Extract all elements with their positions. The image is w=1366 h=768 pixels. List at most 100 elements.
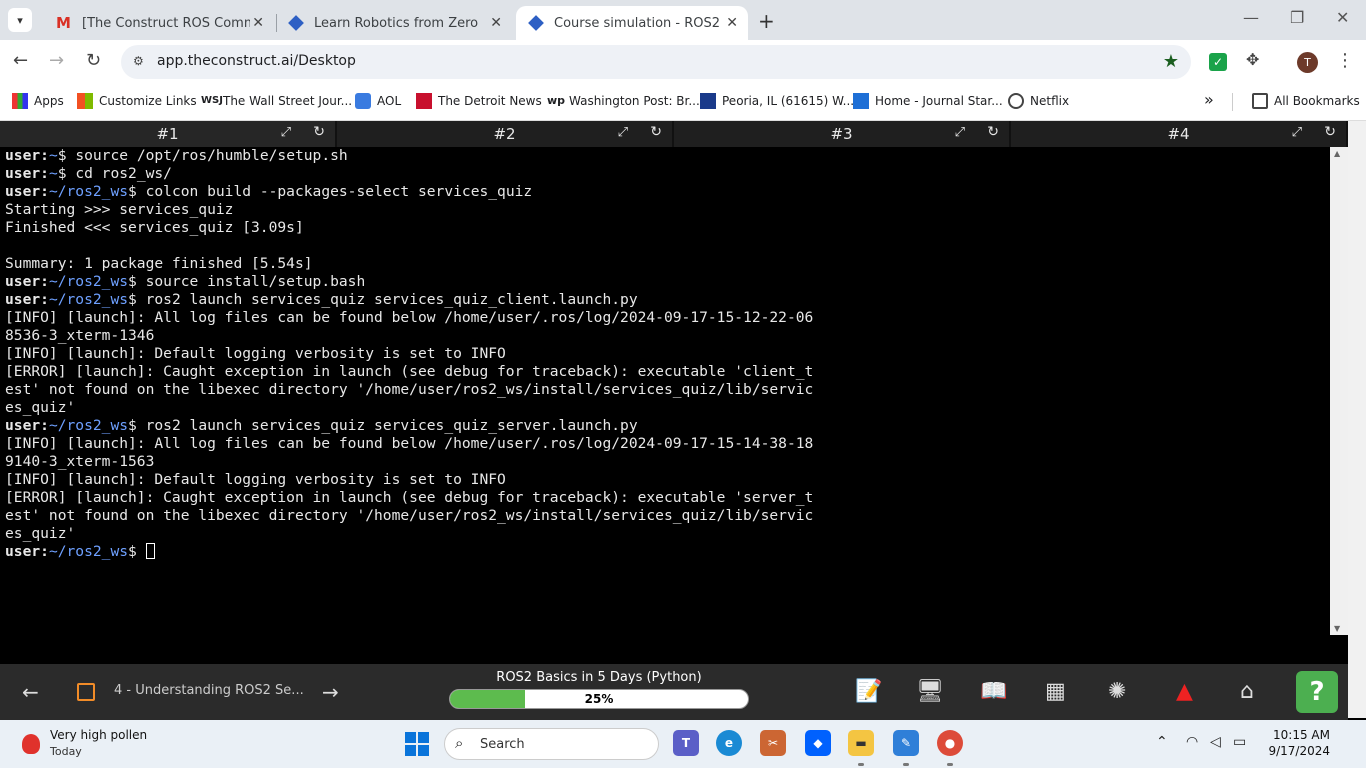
prompt-user: user — [5, 147, 41, 164]
url-text[interactable]: app.theconstruct.ai/Desktop — [157, 53, 356, 69]
dropbox-icon[interactable]: ◆ — [805, 730, 831, 756]
weather-title[interactable]: Very high pollen — [50, 728, 147, 742]
close-tab-icon[interactable]: ✕ — [726, 15, 738, 31]
bookmark-washington-post[interactable]: wp Washington Post: Br... — [547, 93, 700, 109]
bookmark-aol[interactable]: AOL — [355, 93, 401, 109]
terminal-scrollbar[interactable]: ▲ ▼ — [1330, 147, 1348, 635]
maximize-icon[interactable]: ⤢ — [618, 125, 628, 140]
site-settings-icon[interactable]: ⚙ — [133, 54, 144, 68]
reload-terminal-icon[interactable]: ↻ — [987, 124, 999, 140]
new-tab-icon[interactable]: + — [758, 9, 775, 33]
terminal-tab-1[interactable]: #1 ⤢ ↻ — [0, 121, 337, 147]
close-tab-icon[interactable]: ✕ — [252, 15, 264, 31]
taskbar-search[interactable]: ⌕ Search — [444, 728, 659, 760]
microsoft-icon — [77, 93, 93, 109]
all-bookmarks[interactable]: All Bookmarks — [1252, 93, 1360, 109]
snipping-tool-icon[interactable]: ✂ — [760, 730, 786, 756]
prompt-path: ~ — [48, 147, 58, 164]
chatgpt-icon[interactable]: ✺ — [1108, 679, 1126, 704]
notebook-book-icon[interactable]: 📖 — [980, 679, 1007, 704]
notebook-icon[interactable] — [77, 683, 95, 701]
chrome-icon[interactable]: ● — [937, 730, 963, 756]
course-bottom-bar: ← 4 - Understanding ROS2 Se... → ROS2 Ba… — [0, 664, 1348, 720]
previous-unit-icon[interactable]: ← — [22, 680, 39, 704]
minimize-icon[interactable]: — — [1243, 8, 1259, 27]
reload-terminal-icon[interactable]: ↻ — [650, 124, 662, 140]
prompt-colon: : — [40, 147, 49, 164]
scroll-up-icon[interactable]: ▲ — [1334, 149, 1340, 158]
help-button[interactable]: ? — [1296, 671, 1338, 713]
windows-start-icon[interactable] — [405, 732, 429, 756]
prompt-colon: : — [40, 165, 49, 182]
running-indicator — [858, 763, 864, 766]
close-window-icon[interactable]: ✕ — [1336, 8, 1349, 27]
terminal-tab-2[interactable]: #2 ⤢ ↻ — [337, 121, 674, 147]
dashboard-grid-icon[interactable]: ▦ — [1045, 679, 1066, 704]
close-tab-icon[interactable]: ✕ — [490, 15, 502, 31]
bookmark-journal-star[interactable]: Home - Journal Star... — [853, 93, 1003, 109]
edge-icon[interactable]: e — [716, 730, 742, 756]
bookmark-weather[interactable]: Peoria, IL (61615) W... — [700, 93, 854, 109]
restore-icon[interactable]: ❐ — [1290, 8, 1304, 27]
browser-tab-1[interactable]: M [The Construct ROS Community] ✕ — [44, 6, 274, 40]
terminal-line: 8536-3_xterm-1346 — [5, 327, 155, 344]
extensions-puzzle-icon[interactable]: ✥ — [1246, 50, 1264, 69]
more-bookmarks-chevron-icon[interactable]: » — [1204, 90, 1214, 109]
terminal-line: Finished <<< services_quiz [3.09s] — [5, 219, 304, 236]
page-scrollbar[interactable] — [1348, 121, 1366, 718]
bookmark-netflix[interactable]: Netflix — [1008, 93, 1069, 109]
tab-search-chevron-icon[interactable]: ▾ — [8, 8, 32, 32]
maximize-icon[interactable]: ⤢ — [281, 125, 291, 140]
forward-icon[interactable]: → — [49, 50, 64, 71]
construct-logo-icon — [528, 15, 544, 31]
terminal-line: user:~/ros2_ws$ — [5, 543, 1330, 561]
address-bar[interactable]: ⚙ app.theconstruct.ai/Desktop ★ — [121, 45, 1191, 79]
terminal-line: user:~$ source /opt/ros/humble/setup.sh — [5, 147, 1330, 165]
clock-time[interactable]: 10:15 AM — [1270, 728, 1330, 742]
file-explorer-icon[interactable]: ▬ — [848, 730, 874, 756]
terminal-line: user:~$ cd ros2_ws/ — [5, 165, 1330, 183]
tray-chevron-icon[interactable]: ⌃ — [1156, 734, 1168, 750]
browser-tab-2[interactable]: Learn Robotics from Zero | Robotics ✕ — [276, 6, 512, 40]
maximize-icon[interactable]: ⤢ — [955, 125, 965, 140]
home-icon[interactable]: ⌂ — [1240, 679, 1254, 704]
pollen-icon[interactable] — [22, 734, 40, 754]
desktop-icon[interactable]: 🖥 — [916, 679, 944, 704]
scroll-down-icon[interactable]: ▼ — [1334, 624, 1340, 633]
reload-terminal-icon[interactable]: ↻ — [313, 124, 325, 140]
journal-star-icon — [853, 93, 869, 109]
volume-icon[interactable]: ◁ — [1210, 734, 1221, 750]
bookmark-apps[interactable]: Apps — [12, 93, 64, 109]
teams-icon[interactable]: T — [673, 730, 699, 756]
back-icon[interactable]: ← — [13, 50, 28, 71]
terminal-cursor[interactable] — [145, 543, 155, 559]
battery-icon[interactable]: ▭ — [1233, 734, 1246, 750]
clock-date[interactable]: 9/17/2024 — [1260, 744, 1330, 758]
reload-terminal-icon[interactable]: ↻ — [1324, 124, 1336, 140]
reload-icon[interactable]: ↻ — [86, 50, 101, 71]
windows-taskbar: Very high pollen Today ⌕ Search T e ✂ ◆ … — [0, 720, 1366, 768]
warning-icon[interactable]: ▲ — [1176, 679, 1193, 704]
browser-tab-3[interactable]: Course simulation - ROS2 Basics ✕ — [516, 6, 748, 40]
wifi-icon[interactable]: ◠ — [1186, 734, 1198, 750]
prompt-user: user — [5, 183, 41, 200]
terminal-output[interactable]: user:~$ source /opt/ros/humble/setup.sh u… — [0, 147, 1330, 635]
terminal-tab-4[interactable]: #4 ⤢ ↻ — [1011, 121, 1348, 147]
checkmark-extension-icon[interactable]: ✓ — [1209, 53, 1227, 71]
bookmark-customize-links[interactable]: Customize Links — [77, 93, 197, 109]
maximize-icon[interactable]: ⤢ — [1292, 125, 1302, 140]
current-unit-title[interactable]: 4 - Understanding ROS2 Se... — [114, 683, 304, 698]
bookmark-star-icon[interactable]: ★ — [1163, 51, 1179, 72]
chrome-menu-icon[interactable]: ⋮ — [1336, 50, 1354, 71]
weather-subtitle[interactable]: Today — [50, 745, 82, 758]
next-unit-icon[interactable]: → — [322, 680, 339, 704]
tab-title: [The Construct ROS Community] — [82, 15, 250, 31]
paint-icon[interactable]: ✎ — [893, 730, 919, 756]
profile-avatar[interactable]: T — [1297, 52, 1318, 73]
terminal-tab-3[interactable]: #3 ⤢ ↻ — [674, 121, 1011, 147]
washington-post-icon: wp — [547, 94, 566, 107]
assessment-icon[interactable]: 📝 — [855, 679, 882, 704]
bookmark-detroit-news[interactable]: The Detroit News — [416, 93, 542, 109]
bookmark-wsj[interactable]: WSJ The Wall Street Jour... — [201, 93, 352, 109]
